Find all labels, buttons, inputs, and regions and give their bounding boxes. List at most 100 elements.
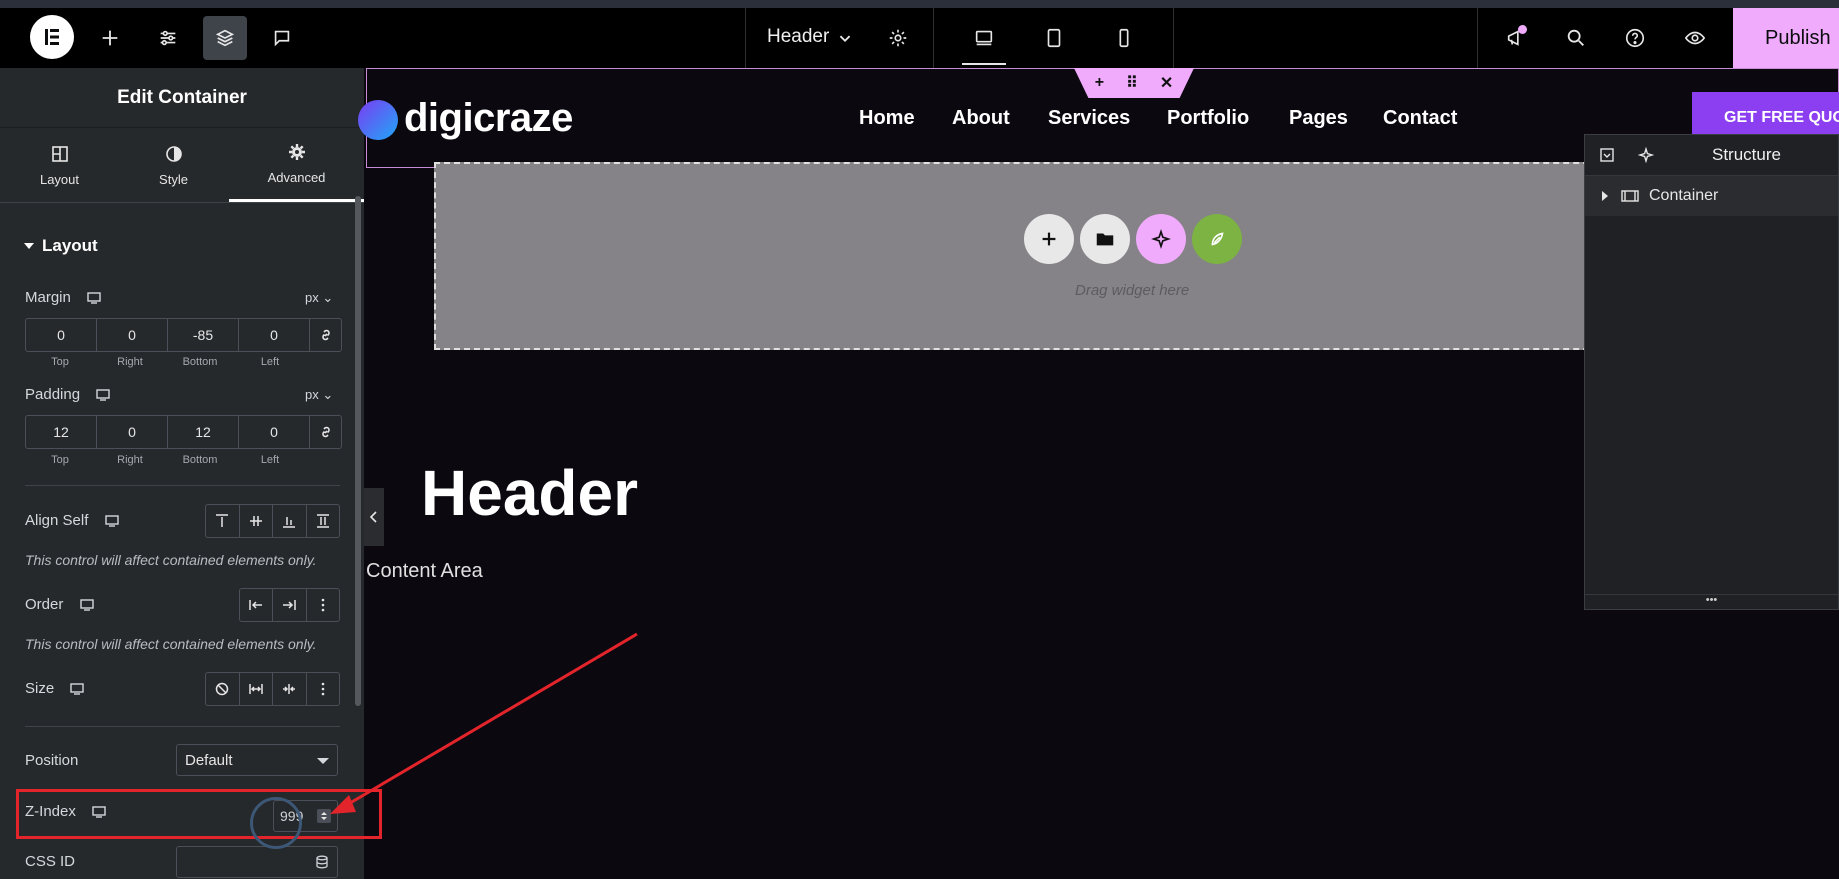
desktop-view-icon[interactable] — [962, 13, 1006, 65]
order-end-icon[interactable] — [273, 589, 307, 621]
expand-caret-icon[interactable] — [1601, 191, 1609, 201]
topbar-divider — [1477, 8, 1478, 68]
margin-left-input[interactable]: 0 — [239, 319, 310, 351]
page-settings-gear-icon[interactable] — [876, 16, 920, 60]
padding-left-input[interactable]: 0 — [239, 416, 310, 448]
layout-grid-icon — [51, 145, 68, 162]
margin-top-input[interactable]: 0 — [26, 319, 97, 351]
publish-button[interactable]: Publish — [1733, 8, 1839, 68]
padding-label: Padding — [25, 386, 110, 403]
edit-panel: Edit Container Layout Style Advanced Lay… — [0, 68, 364, 879]
cursor-click-indicator — [250, 797, 302, 849]
notification-dot — [1518, 25, 1527, 34]
search-icon[interactable] — [1554, 16, 1598, 60]
css-id-input[interactable] — [176, 846, 338, 878]
padding-side-labels: Top Right Bottom Left — [51, 454, 280, 466]
position-select[interactable]: Default — [176, 744, 338, 776]
template-library-folder-icon[interactable] — [1080, 214, 1130, 264]
responsive-desktop-icon[interactable] — [79, 598, 94, 612]
tablet-view-icon[interactable] — [1032, 16, 1076, 60]
tab-label: Advanced — [267, 170, 326, 185]
position-select-value: Default — [185, 751, 233, 769]
site-logo[interactable]: digicraze — [358, 96, 573, 141]
size-grow-icon[interactable] — [240, 673, 273, 705]
nav-item[interactable]: About — [952, 107, 1010, 130]
order-start-icon[interactable] — [240, 589, 274, 621]
margin-unit-select[interactable]: px ⌄ — [305, 290, 333, 306]
structure-header: Structure — [1585, 135, 1838, 176]
page-heading[interactable]: Header — [421, 456, 638, 530]
css-id-label: CSS ID — [25, 853, 76, 870]
content-area-text[interactable]: Content Area — [366, 560, 483, 583]
section-layout-toggle[interactable]: Layout — [24, 236, 98, 256]
position-label: Position — [25, 752, 79, 769]
margin-right-input[interactable]: 0 — [97, 319, 168, 351]
comments-icon[interactable] — [260, 16, 304, 60]
dynamic-tags-database-icon[interactable] — [315, 855, 329, 869]
site-logo-text: digicraze — [404, 96, 573, 140]
close-icon[interactable]: ✕ — [1160, 73, 1173, 93]
notifications-megaphone-icon[interactable] — [1494, 16, 1538, 60]
align-start-icon[interactable] — [206, 505, 240, 537]
panel-scrollbar[interactable] — [355, 196, 361, 706]
divider — [25, 485, 340, 486]
document-title[interactable]: Header — [767, 26, 829, 48]
logo-mark-icon — [358, 100, 398, 141]
drag-handle-icon[interactable]: ⠿ — [1126, 73, 1138, 93]
help-icon[interactable] — [1613, 16, 1657, 60]
more-options-icon[interactable] — [307, 673, 340, 705]
more-options-icon[interactable] — [307, 589, 339, 621]
collapse-all-icon[interactable] — [1599, 147, 1615, 163]
nav-item[interactable]: Services — [1048, 107, 1130, 130]
gear-icon — [288, 144, 305, 160]
padding-unit-select[interactable]: px ⌄ — [305, 387, 333, 403]
preview-eye-icon[interactable] — [1673, 16, 1717, 60]
responsive-desktop-icon[interactable] — [87, 291, 101, 305]
add-widget-icon[interactable] — [1024, 214, 1074, 264]
tab-advanced[interactable]: Advanced — [229, 128, 364, 202]
tab-style[interactable]: Style — [116, 128, 231, 202]
responsive-desktop-icon[interactable] — [104, 514, 119, 528]
structure-title: Structure — [1712, 145, 1781, 164]
align-self-buttons — [205, 504, 340, 538]
size-shrink-icon[interactable] — [273, 673, 307, 705]
link-values-icon[interactable] — [310, 416, 341, 448]
responsive-desktop-icon[interactable] — [96, 388, 110, 402]
margin-bottom-input[interactable]: -85 — [168, 319, 239, 351]
structure-layers-icon[interactable] — [203, 16, 247, 60]
ai-sparkle-icon[interactable] — [1638, 147, 1654, 163]
site-settings-icon[interactable] — [146, 16, 190, 60]
quick-add-leaf-icon[interactable] — [1192, 214, 1242, 264]
elementor-logo-icon[interactable] — [30, 15, 74, 59]
order-label: Order — [25, 596, 94, 613]
add-icon[interactable]: + — [1095, 74, 1104, 92]
margin-inputs: 0 0 -85 0 — [25, 318, 342, 352]
nav-item[interactable]: Contact — [1383, 107, 1457, 130]
chevron-down-icon[interactable] — [823, 16, 867, 60]
size-none-icon[interactable] — [206, 673, 240, 705]
nav-item[interactable]: Home — [859, 107, 915, 130]
collapse-panel-chevron-left-icon[interactable] — [364, 488, 384, 546]
order-buttons — [239, 588, 340, 622]
nav-item[interactable]: Pages — [1289, 107, 1348, 130]
link-values-icon[interactable] — [310, 319, 341, 351]
structure-panel: Structure Container ••• — [1584, 134, 1839, 610]
tab-layout[interactable]: Layout — [2, 128, 117, 202]
mobile-view-icon[interactable] — [1102, 16, 1146, 60]
padding-right-input[interactable]: 0 — [97, 416, 168, 448]
ai-sparkle-icon[interactable] — [1136, 214, 1186, 264]
structure-item-container[interactable]: Container — [1585, 176, 1838, 216]
structure-resize-handle[interactable]: ••• — [1585, 594, 1838, 609]
padding-bottom-input[interactable]: 12 — [168, 416, 239, 448]
add-element-icon[interactable] — [88, 16, 132, 60]
container-handle[interactable]: + ⠿ ✕ — [1074, 68, 1194, 98]
align-center-icon[interactable] — [240, 505, 273, 537]
align-stretch-icon[interactable] — [307, 505, 340, 537]
padding-inputs: 12 0 12 0 — [25, 415, 342, 449]
panel-title: Edit Container — [0, 68, 364, 128]
browser-top-strip — [0, 0, 1839, 8]
align-end-icon[interactable] — [273, 505, 307, 537]
nav-item[interactable]: Portfolio — [1167, 107, 1249, 130]
padding-top-input[interactable]: 12 — [26, 416, 97, 448]
responsive-desktop-icon[interactable] — [70, 682, 85, 696]
